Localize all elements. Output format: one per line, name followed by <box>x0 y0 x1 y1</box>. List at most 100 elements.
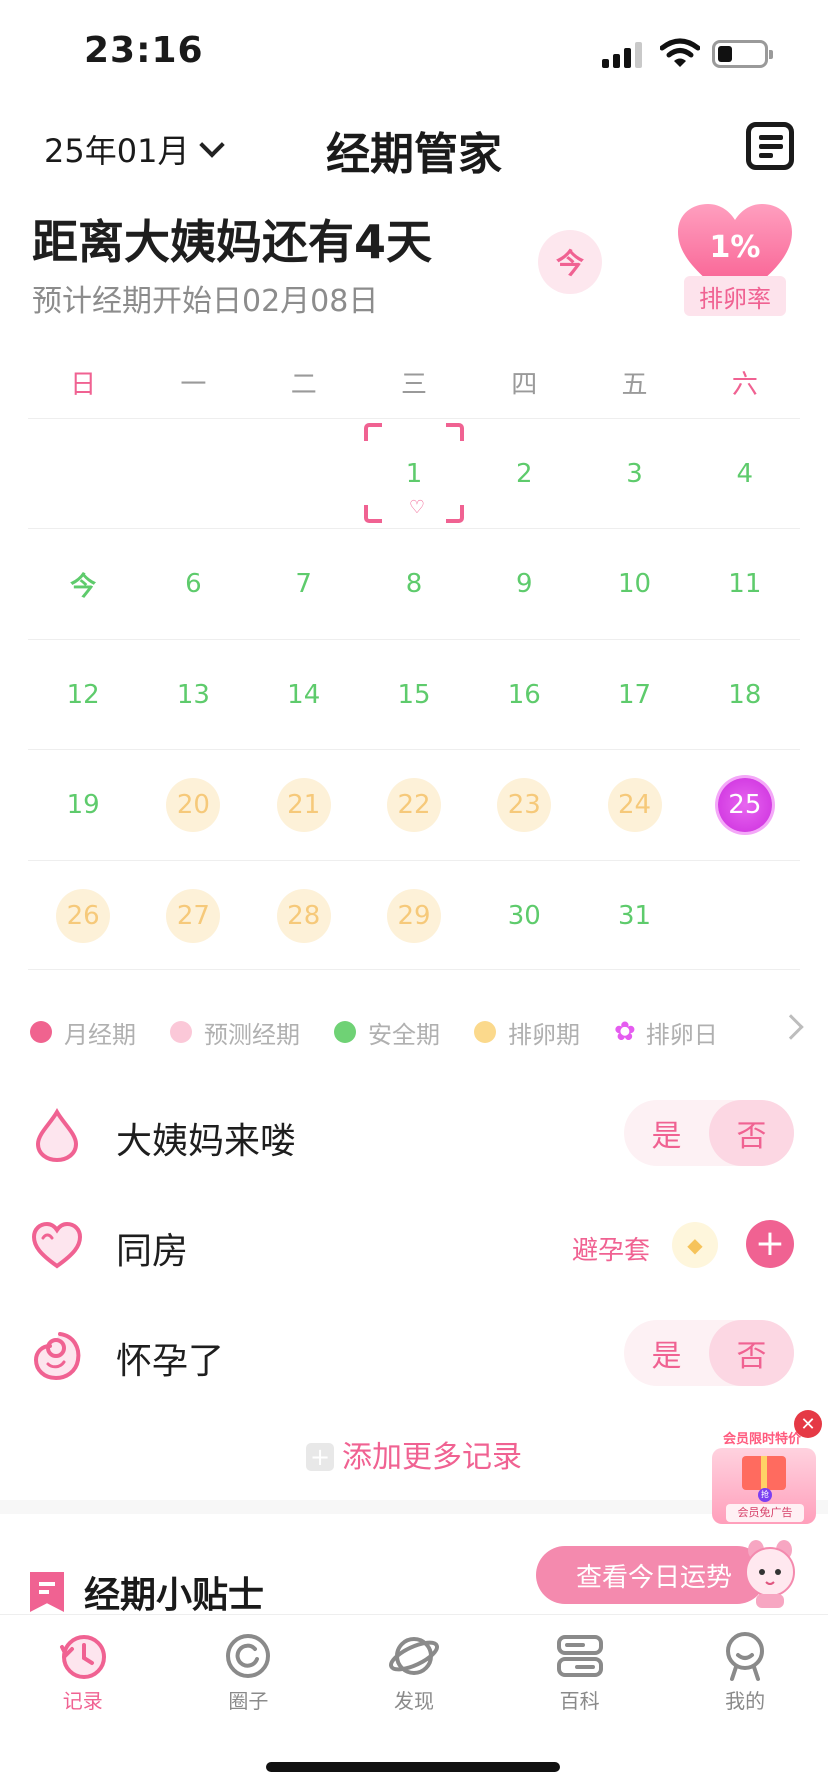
chevron-right-icon[interactable] <box>778 1014 804 1040</box>
today-button[interactable]: 今 <box>538 230 602 294</box>
calendar-empty-cell <box>138 419 248 529</box>
calendar-day-cell[interactable]: 24 <box>579 750 689 860</box>
calendar-day-number: 21 <box>276 778 331 833</box>
weekday-label: 三 <box>400 370 427 400</box>
tab-profile[interactable]: 我的 <box>662 1615 828 1722</box>
vip-promo-widget[interactable]: 会员限时特价 抢 会员免广告 ✕ <box>706 1410 822 1528</box>
section-divider <box>0 1500 828 1514</box>
calendar-day-cell[interactable]: 20 <box>138 750 248 860</box>
tab-circle[interactable]: 圈子 <box>166 1615 332 1722</box>
toggle-yes[interactable]: 是 <box>624 1320 709 1386</box>
calendar-day-cell[interactable]: 31 <box>579 861 689 971</box>
calendar-day-cell[interactable]: 25 <box>690 750 800 860</box>
heart-outline-icon <box>31 1221 83 1269</box>
toggle-yes[interactable]: 是 <box>624 1100 709 1166</box>
calendar-day-cell[interactable]: 15 <box>359 640 469 750</box>
legend-item: 月经期 <box>30 1015 136 1050</box>
calendar-day-cell[interactable]: 26 <box>28 861 138 971</box>
calendar-day-cell[interactable]: 21 <box>249 750 359 860</box>
add-intimacy-button[interactable]: + <box>746 1220 794 1268</box>
calendar-day-cell[interactable]: 23 <box>469 750 579 860</box>
weekday-label: 日 <box>70 370 97 400</box>
tab-discover[interactable]: 发现 <box>331 1615 497 1722</box>
record-clock-icon <box>59 1635 106 1679</box>
calendar-day-number: 18 <box>728 679 762 710</box>
calendar-empty-cell <box>690 861 800 971</box>
calendar-day-cell[interactable]: 今 <box>28 529 138 639</box>
calendar-day-cell[interactable]: 17 <box>579 640 689 750</box>
calendar-day-cell[interactable]: 18 <box>690 640 800 750</box>
fortune-label: 查看今日运势 <box>576 1562 733 1593</box>
calendar-day-number: 29 <box>386 888 441 943</box>
month-picker[interactable]: 25年01月 <box>44 126 226 172</box>
notes-menu-icon[interactable] <box>746 122 794 170</box>
calendar-day-cell[interactable]: 10 <box>579 529 689 639</box>
tab-label: 百科 <box>559 1689 600 1713</box>
calendar-day-cell[interactable]: 13 <box>138 640 248 750</box>
legend-label: 排卵日 <box>645 1020 718 1049</box>
calendar-day-cell[interactable]: 14 <box>249 640 359 750</box>
calendar-day-number: 16 <box>507 679 541 710</box>
calendar-day-cell[interactable]: 6 <box>138 529 248 639</box>
add-more-records-button[interactable]: + 添加更多记录 <box>0 1432 828 1476</box>
cellular-signal-icon <box>602 42 644 68</box>
calendar-day-cell[interactable]: 29 <box>359 861 469 971</box>
gift-icon <box>742 1456 786 1490</box>
calendar-day-number: 23 <box>497 778 552 833</box>
weekday-label: 四 <box>511 370 538 400</box>
plus-icon: + <box>306 1443 334 1471</box>
legend-label: 预测经期 <box>204 1020 300 1049</box>
weekday-label: 一 <box>180 370 207 400</box>
calendar-day-cell[interactable]: 4 <box>690 419 800 529</box>
calendar-day-cell[interactable]: 30 <box>469 861 579 971</box>
calendar-day-cell[interactable]: 19 <box>28 750 138 860</box>
profile-icon <box>726 1632 765 1681</box>
calendar-day-number: 20 <box>166 778 221 833</box>
calendar-day-cell[interactable]: 16 <box>469 640 579 750</box>
record-intimacy-row: 同房 避孕套 ◆ + <box>0 1190 828 1300</box>
chevron-down-icon <box>199 132 226 158</box>
status-time: 23:16 <box>84 30 204 71</box>
tab-label: 圈子 <box>228 1689 269 1713</box>
calendar-day-cell[interactable]: 12 <box>28 640 138 750</box>
calendar-grid: 1 ♡ 2 3 4 今 6 7 8 9 10 11 12 13 14 15 16 17 18 19 20 21 22 23 24… <box>28 418 800 970</box>
toggle-no[interactable]: 否 <box>709 1320 794 1386</box>
condom-icon[interactable]: ◆ <box>672 1222 718 1268</box>
close-icon[interactable]: ✕ <box>794 1410 822 1438</box>
contraception-method[interactable]: 避孕套 <box>572 1230 650 1267</box>
calendar-day-number: 17 <box>618 679 652 710</box>
calendar-empty-cell <box>28 419 138 529</box>
calendar-day-cell[interactable]: 28 <box>249 861 359 971</box>
calendar-day-cell[interactable]: 11 <box>690 529 800 639</box>
calendar-day-cell[interactable]: 3 <box>579 419 689 529</box>
calendar-day-cell[interactable]: 22 <box>359 750 469 860</box>
weekday-label: 五 <box>621 370 648 400</box>
add-more-label: 添加更多记录 <box>342 1440 522 1475</box>
calendar-day-cell[interactable]: 1 ♡ <box>359 419 469 529</box>
record-label: 同房 <box>116 1231 189 1272</box>
toggle-no[interactable]: 否 <box>709 1100 794 1166</box>
period-toggle[interactable]: 是 否 <box>624 1100 794 1166</box>
calendar-day-number: 25 <box>717 778 772 833</box>
legend-label: 安全期 <box>368 1020 440 1049</box>
bookmark-icon <box>30 1572 64 1612</box>
tab-encyclopedia[interactable]: 百科 <box>497 1615 663 1722</box>
calendar-day-number: 27 <box>166 888 221 943</box>
pregnant-toggle[interactable]: 是 否 <box>624 1320 794 1386</box>
tab-label: 我的 <box>725 1689 766 1713</box>
tab-record[interactable]: 记录 <box>0 1615 166 1722</box>
mascot-icon <box>745 1540 795 1608</box>
record-period-row: 大姨妈来喽 是 否 <box>0 1080 828 1190</box>
planet-icon <box>389 1637 439 1675</box>
calendar-day-number: 4 <box>736 459 754 489</box>
calendar-day-cell[interactable]: 8 <box>359 529 469 639</box>
calendar-day-cell[interactable]: 27 <box>138 861 248 971</box>
calendar-day-cell[interactable]: 2 <box>469 419 579 529</box>
ovulation-rate-value: 1% <box>709 230 761 265</box>
tips-title: 经期小贴士 <box>84 1575 265 1616</box>
calendar-day-cell[interactable]: 7 <box>249 529 359 639</box>
calendar-day-cell[interactable]: 9 <box>469 529 579 639</box>
legend-label: 月经期 <box>64 1020 136 1049</box>
daily-fortune-button[interactable]: 查看今日运势 <box>536 1546 766 1604</box>
record-label: 怀孕了 <box>116 1341 225 1382</box>
